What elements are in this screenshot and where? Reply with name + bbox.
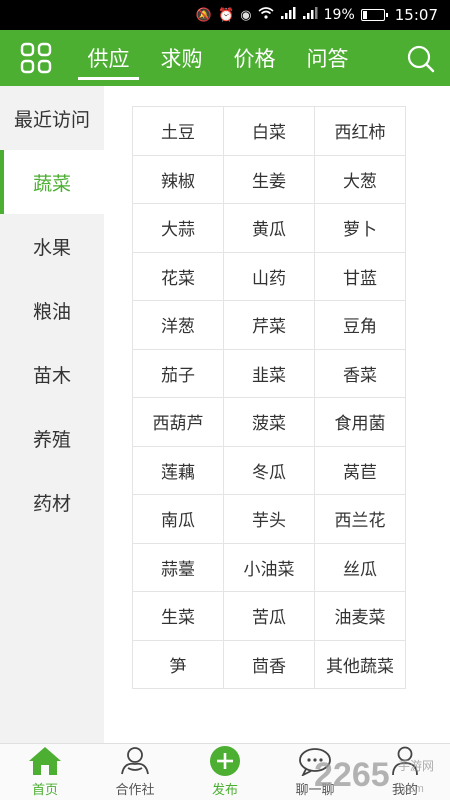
- vegetable-item[interactable]: 萝卜: [315, 204, 406, 253]
- bottom-nav-profile[interactable]: 我的: [360, 744, 450, 800]
- tab-supply[interactable]: 供应: [72, 30, 145, 86]
- battery-percent: 19%: [323, 7, 355, 23]
- vegetable-item[interactable]: 食用菌: [315, 398, 406, 447]
- bottom-nav-profile-label: 我的: [391, 783, 418, 798]
- tab-qa[interactable]: 问答: [291, 30, 364, 86]
- sidebar-item-fruits[interactable]: 水果: [0, 214, 104, 278]
- vegetable-item[interactable]: 莲藕: [133, 446, 224, 495]
- cooperative-icon: [118, 745, 152, 777]
- sidebar-item-recent[interactable]: 最近访问: [0, 86, 104, 150]
- chat-icon: [298, 745, 332, 777]
- bottom-nav-publish[interactable]: 发布: [180, 744, 270, 800]
- status-bar: 🔕 ⏰ ◉ 19% 15:07: [0, 0, 450, 30]
- vegetable-item[interactable]: 芹菜: [224, 301, 315, 350]
- vegetable-item[interactable]: 小油菜: [224, 543, 315, 592]
- clock: 15:07: [394, 6, 438, 24]
- bottom-nav-cooperative-label: 合作社: [115, 783, 155, 798]
- vegetable-item[interactable]: 西兰花: [315, 495, 406, 544]
- vegetable-item[interactable]: 西红柿: [315, 107, 406, 156]
- vegetable-item[interactable]: 冬瓜: [224, 446, 315, 495]
- grid-menu-icon[interactable]: [0, 30, 72, 86]
- vegetable-item[interactable]: 苦瓜: [224, 592, 315, 641]
- sidebar-item-grain-oil[interactable]: 粮油: [0, 278, 104, 342]
- vegetable-item[interactable]: 辣椒: [133, 155, 224, 204]
- home-icon: [28, 745, 62, 777]
- signal-4g-icon: [280, 7, 296, 23]
- vegetable-item[interactable]: 其他蔬菜: [315, 640, 406, 689]
- vegetable-item[interactable]: 油麦菜: [315, 592, 406, 641]
- top-nav: 供应 求购 价格 问答: [0, 30, 450, 86]
- vegetable-item[interactable]: 生菜: [133, 592, 224, 641]
- mute-icon: 🔕: [195, 7, 213, 23]
- vegetable-item[interactable]: 白菜: [224, 107, 315, 156]
- battery-icon: [360, 9, 388, 21]
- sidebar-item-livestock[interactable]: 养殖: [0, 406, 104, 470]
- vegetable-item[interactable]: 花菜: [133, 252, 224, 301]
- vegetable-item[interactable]: 南瓜: [133, 495, 224, 544]
- publish-plus-icon: [208, 745, 242, 777]
- bottom-nav: 首页 合作社 发布 聊一聊 我的: [0, 743, 450, 800]
- tab-price[interactable]: 价格: [218, 30, 291, 86]
- bottom-nav-home[interactable]: 首页: [0, 744, 90, 800]
- vegetable-item[interactable]: 芋头: [224, 495, 315, 544]
- vegetable-item[interactable]: 甘蓝: [315, 252, 406, 301]
- vegetable-item[interactable]: 西葫芦: [133, 398, 224, 447]
- vegetable-item[interactable]: 大蒜: [133, 204, 224, 253]
- vegetable-item[interactable]: 黄瓜: [224, 204, 315, 253]
- bottom-nav-chat-label: 聊一聊: [295, 783, 335, 798]
- bottom-nav-home-label: 首页: [31, 783, 58, 798]
- vegetable-item[interactable]: 大葱: [315, 155, 406, 204]
- vegetable-item[interactable]: 莴苣: [315, 446, 406, 495]
- vegetable-item[interactable]: 韭菜: [224, 349, 315, 398]
- vegetable-item[interactable]: 香菜: [315, 349, 406, 398]
- sidebar-item-herbs[interactable]: 药材: [0, 470, 104, 534]
- sidebar-item-vegetables[interactable]: 蔬菜: [0, 150, 104, 214]
- vegetable-item[interactable]: 土豆: [133, 107, 224, 156]
- vegetable-item[interactable]: 茄子: [133, 349, 224, 398]
- bottom-nav-cooperative[interactable]: 合作社: [90, 744, 180, 800]
- bottom-nav-chat[interactable]: 聊一聊: [270, 744, 360, 800]
- eye-icon: ◉: [240, 7, 252, 23]
- alarm-icon: ⏰: [218, 7, 235, 23]
- vegetable-item[interactable]: 洋葱: [133, 301, 224, 350]
- vegetable-item[interactable]: 豆角: [315, 301, 406, 350]
- tab-purchase[interactable]: 求购: [145, 30, 218, 86]
- category-sidebar: 最近访问 蔬菜 水果 粮油 苗木 养殖 药材: [0, 86, 104, 743]
- category-tabs: 供应 求购 价格 问答: [72, 30, 364, 86]
- vegetable-item[interactable]: 茴香: [224, 640, 315, 689]
- sidebar-item-seedlings[interactable]: 苗木: [0, 342, 104, 406]
- vegetable-grid-container: 土豆 白菜 西红柿 辣椒 生姜 大葱 大蒜 黄瓜 萝卜 花菜 山药 甘蓝 洋葱 …: [132, 106, 406, 689]
- vegetable-item[interactable]: 山药: [224, 252, 315, 301]
- vegetable-item[interactable]: 丝瓜: [315, 543, 406, 592]
- wifi-icon: [258, 7, 274, 23]
- vegetable-grid: 土豆 白菜 西红柿 辣椒 生姜 大葱 大蒜 黄瓜 萝卜 花菜 山药 甘蓝 洋葱 …: [132, 106, 406, 689]
- vegetable-item[interactable]: 生姜: [224, 155, 315, 204]
- search-icon[interactable]: [406, 44, 436, 74]
- bottom-nav-publish-label: 发布: [211, 783, 238, 798]
- profile-icon: [388, 745, 422, 777]
- vegetable-item[interactable]: 菠菜: [224, 398, 315, 447]
- vegetable-item[interactable]: 蒜薹: [133, 543, 224, 592]
- signal-3g-icon: [302, 7, 318, 23]
- vegetable-item[interactable]: 笋: [133, 640, 224, 689]
